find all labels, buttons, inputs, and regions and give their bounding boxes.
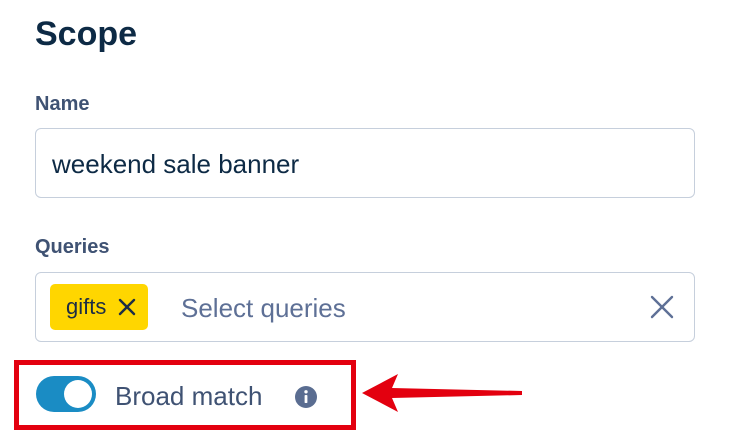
toggle-knob [64,380,92,408]
info-icon[interactable] [294,385,318,409]
clear-queries-button[interactable] [650,295,674,319]
name-input[interactable]: weekend sale banner [35,128,695,198]
query-chip-gifts: gifts [50,284,149,330]
annotation-arrow-icon [362,374,522,412]
name-input-value: weekend sale banner [52,149,300,179]
close-icon [650,295,674,319]
queries-placeholder[interactable]: Select queries [181,293,346,323]
broad-match-toggle[interactable] [36,376,96,412]
name-label: Name [35,93,90,115]
scope-panel: Scope Name weekend sale banner Queries g… [0,0,732,438]
queries-select[interactable]: gifts Select queries [35,272,695,342]
broad-match-label: Broad match [115,381,263,411]
section-title: Scope [35,15,138,53]
query-chip-label: gifts [66,294,107,319]
close-icon[interactable] [118,298,136,316]
queries-label: Queries [35,236,110,258]
